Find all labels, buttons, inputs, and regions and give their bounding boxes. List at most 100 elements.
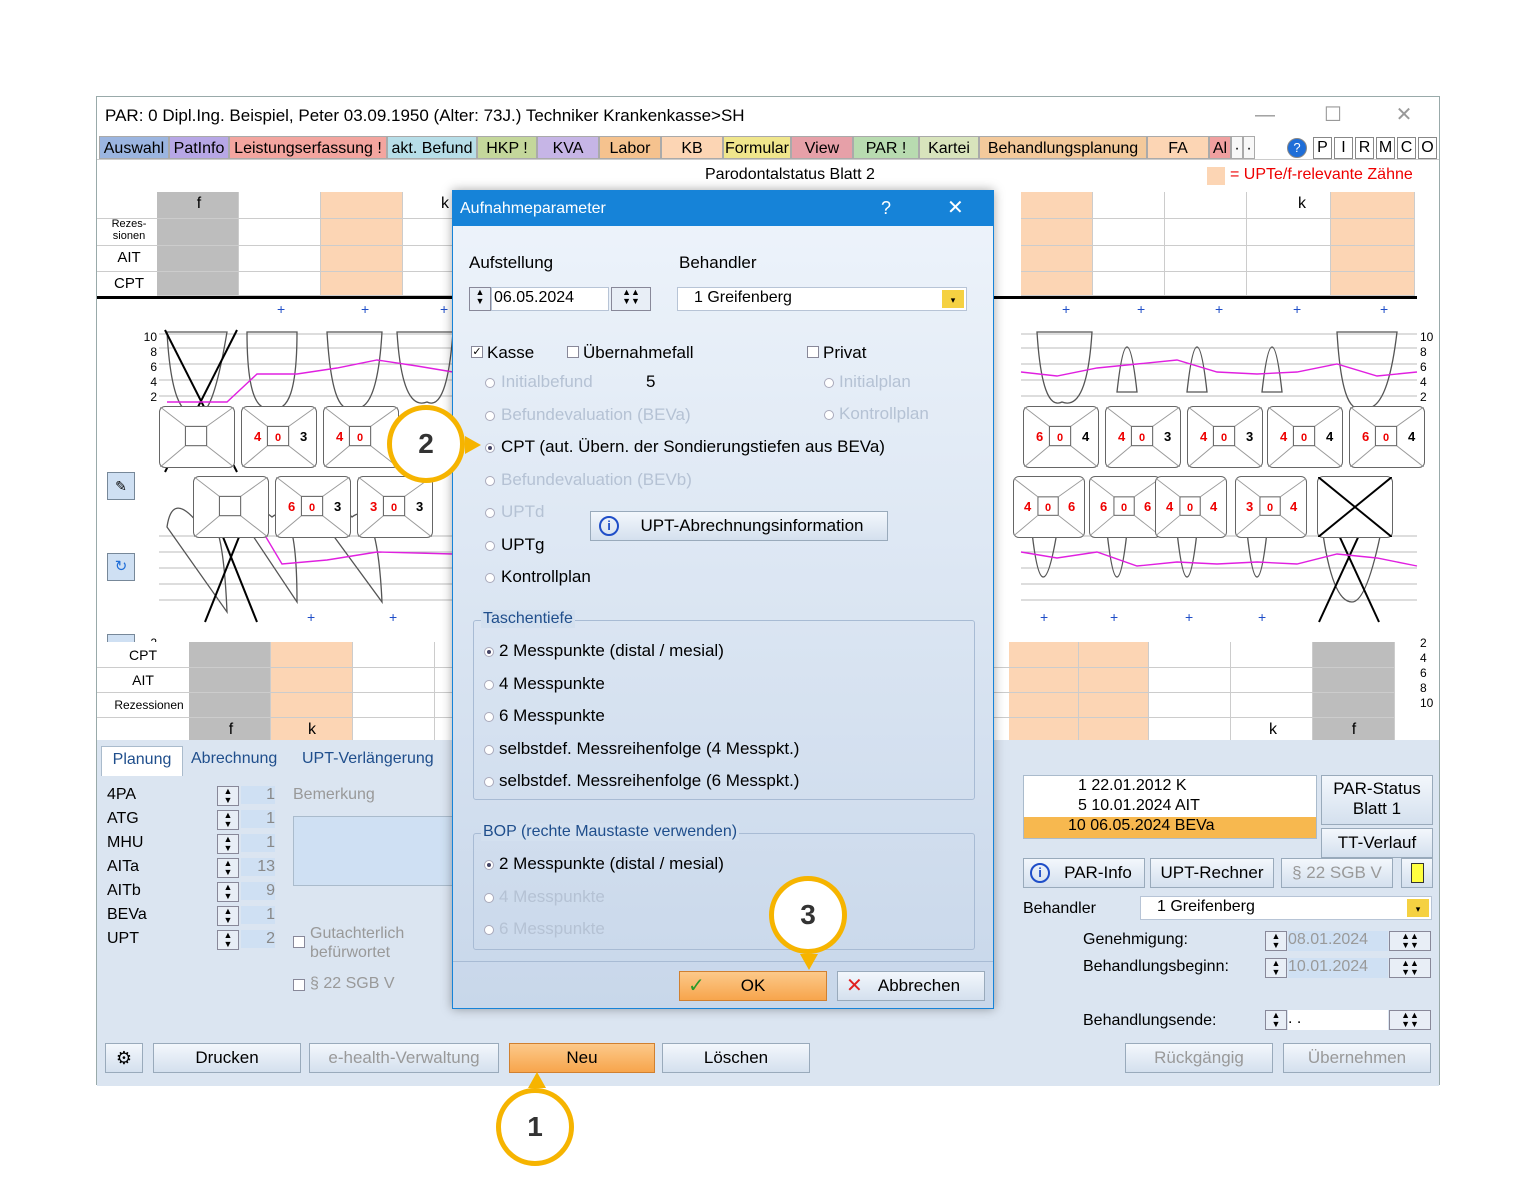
kasse-checkbox[interactable]: ✓	[471, 346, 483, 358]
clipboard-icon[interactable]	[1401, 858, 1433, 888]
radio-taschentiefe[interactable]	[484, 744, 494, 755]
neu-button[interactable]: Neu	[509, 1043, 655, 1073]
tool-button-r[interactable]: R	[1355, 137, 1374, 159]
radio-taschentiefe[interactable]	[484, 712, 494, 722]
edit-pencil-icon[interactable]: ✎	[107, 472, 135, 500]
tool-button-o[interactable]: O	[1418, 137, 1437, 159]
help-icon[interactable]: ?	[1287, 138, 1307, 158]
tab-upt-verlaengerung[interactable]: UPT-Verlängerung	[302, 750, 434, 768]
radio-cpt[interactable]	[485, 443, 495, 453]
gutachten-checkbox[interactable]	[293, 936, 305, 948]
menu-tab[interactable]: akt. Befund	[387, 136, 477, 159]
spinner-icon[interactable]: ▲▲ ▼▼	[1389, 931, 1431, 951]
history-item[interactable]: 1 22.01.2012 K	[1024, 777, 1316, 797]
tab-planung[interactable]: Planung	[101, 746, 183, 776]
menu-tab[interactable]: View	[791, 136, 853, 159]
dropdown-icon[interactable]: ▾	[1407, 899, 1429, 917]
close-icon[interactable]: ✕	[947, 191, 964, 226]
ok-button[interactable]: ✓ OK	[679, 971, 827, 1001]
menu-tab[interactable]: Labor	[599, 136, 661, 159]
plan-row-value[interactable]: 13	[241, 858, 275, 876]
tooth-box[interactable]: 4 0 4	[1155, 476, 1227, 538]
radio-taschentiefe[interactable]	[484, 647, 494, 657]
spinner-icon[interactable]: ▲ ▼	[1265, 1010, 1287, 1030]
menu-tab[interactable]: Formular	[723, 136, 791, 159]
menu-tab[interactable]: PatInfo	[169, 136, 229, 159]
spinner-icon[interactable]: ▲ ▼	[469, 287, 491, 311]
drucken-button[interactable]: Drucken	[153, 1043, 301, 1073]
minimize-icon[interactable]: —	[1242, 97, 1288, 134]
spinner-icon[interactable]: ▲ ▼	[1265, 958, 1287, 978]
upt-info-button[interactable]: i UPT-Abrechnungsinformation	[590, 511, 888, 541]
menu-tab[interactable]: FA	[1147, 136, 1209, 159]
tool-button-c[interactable]: C	[1397, 137, 1416, 159]
history-item-selected[interactable]: 10 06.05.2024 BEVa	[1024, 817, 1316, 838]
rueckgaengig-button[interactable]: Rückgängig	[1125, 1043, 1273, 1073]
menu-tab[interactable]: Al	[1209, 136, 1231, 159]
radio-befundevaluation[interactable]	[485, 475, 495, 486]
spinner-icon[interactable]: ▲▲ ▼▼	[1389, 1010, 1431, 1030]
radio-bop[interactable]	[484, 925, 494, 935]
tooth-box[interactable]: 6 0 4	[1349, 406, 1425, 468]
spinner-icon[interactable]: ▲ ▼	[217, 930, 239, 950]
radio-uptd[interactable]	[485, 508, 495, 518]
cancel-button[interactable]: ✕ Abbrechen	[837, 971, 985, 1001]
help-icon[interactable]: ?	[881, 191, 891, 226]
spinner-icon[interactable]: ▲ ▼	[217, 906, 239, 926]
menu-tab[interactable]: HKP !	[477, 136, 537, 159]
behandler-select[interactable]: 1 Greifenberg ▾	[1140, 896, 1432, 920]
ehealth-button[interactable]: e-health-Verwaltung	[309, 1043, 499, 1073]
radio-uptg[interactable]	[485, 540, 495, 551]
uebernehmen-button[interactable]: Übernehmen	[1283, 1043, 1431, 1073]
tool-button-i[interactable]: I	[1334, 137, 1353, 159]
tooth-box[interactable]: 3 0 3	[357, 476, 433, 538]
menu-tab[interactable]: KB	[661, 136, 723, 159]
dropdown-icon[interactable]: ▾	[942, 290, 964, 308]
spinner-icon[interactable]: ▲ ▼	[217, 834, 239, 854]
par-status-button[interactable]: PAR-Status Blatt 1	[1321, 775, 1433, 825]
tooth-box[interactable]: 4 0 3	[1105, 406, 1181, 468]
tooth-box[interactable]: 6 0 6	[1089, 476, 1161, 538]
radio-bop[interactable]	[484, 892, 494, 903]
sgb-checkbox[interactable]	[293, 979, 305, 991]
loeschen-button[interactable]: Löschen	[662, 1043, 810, 1073]
radio-befundevaluation[interactable]	[485, 410, 495, 421]
history-item[interactable]: 5 10.01.2024 AIT	[1024, 797, 1316, 817]
menu-tab[interactable]: ·	[1243, 136, 1255, 159]
tooth-box[interactable]: 6 0 4	[1023, 406, 1099, 468]
sync-icon[interactable]: ↻	[107, 553, 135, 581]
spinner-icon[interactable]: ▲ ▼	[1265, 931, 1287, 951]
menu-tab[interactable]: Behandlungsplanung	[979, 136, 1147, 159]
radio-taschentiefe[interactable]	[484, 679, 494, 690]
menu-tab[interactable]: Leistungserfassung !	[229, 136, 387, 159]
tooth-box[interactable]	[1317, 476, 1393, 538]
tooth-box[interactable]: 4 0 4	[1267, 406, 1343, 468]
spinner-icon[interactable]: ▲ ▼	[217, 786, 239, 806]
radio-kontrollplan[interactable]	[485, 573, 495, 583]
plan-row-value[interactable]: 2	[241, 930, 275, 948]
genehmigung-field[interactable]: 08.01.2024	[1288, 931, 1388, 951]
tooth-box[interactable]: 4 0 6	[1013, 476, 1085, 538]
plan-row-value[interactable]: 1	[241, 834, 275, 852]
privat-checkbox[interactable]	[807, 346, 819, 358]
tooth-box[interactable]: 6 0 3	[275, 476, 351, 538]
radio-initialbefund[interactable]	[485, 378, 495, 388]
spinner-icon[interactable]: ▲▲ ▼▼	[611, 287, 651, 311]
spinner-icon[interactable]: ▲ ▼	[217, 810, 239, 830]
tool-button-m[interactable]: M	[1376, 137, 1395, 159]
radio-initialplan[interactable]	[824, 378, 834, 388]
tooth-box[interactable]	[159, 406, 235, 468]
beginn-field[interactable]: 10.01.2024	[1288, 958, 1388, 978]
tooth-box[interactable]	[193, 476, 269, 538]
spinner-icon[interactable]: ▲ ▼	[217, 882, 239, 902]
history-list[interactable]: 1 22.01.2012 K 5 10.01.2024 AIT 10 06.05…	[1023, 775, 1317, 839]
date-field[interactable]: 06.05.2024	[491, 287, 609, 311]
radio-kontrollplan-privat[interactable]	[824, 410, 834, 420]
settings-gear-icon[interactable]: ⚙	[105, 1043, 143, 1073]
menu-tab[interactable]: PAR !	[853, 136, 919, 159]
tooth-box[interactable]: 4 0 3	[241, 406, 317, 468]
uebernahmefall-checkbox[interactable]	[567, 346, 579, 358]
ende-field[interactable]: . .	[1288, 1010, 1388, 1030]
menu-tab[interactable]: Auswahl	[99, 136, 169, 159]
radio-bop[interactable]	[484, 860, 494, 870]
